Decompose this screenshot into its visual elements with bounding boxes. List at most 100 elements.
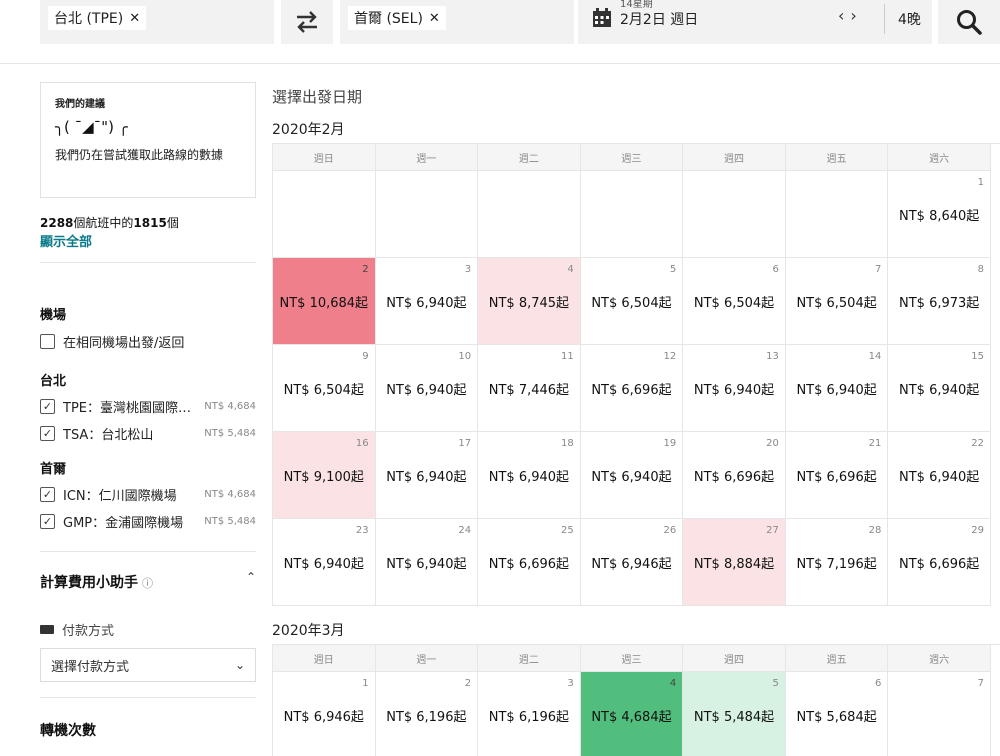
result-count: 2288個航班中的1815個 — [40, 214, 179, 231]
day-number: 3 — [567, 678, 574, 689]
airport-checkbox-gmp[interactable]: GMP：金浦國際機場 NT$ 5,484 — [40, 511, 256, 531]
calendar-day-cell[interactable]: 4 NT$ 4,684起 — [580, 672, 684, 756]
calendar-day-cell[interactable]: 24 NT$ 6,940起 — [375, 519, 479, 606]
origin-chip[interactable]: 台北 (TPE) ✕ — [48, 6, 147, 30]
calendar-day-cell[interactable]: 13 NT$ 6,940起 — [683, 345, 786, 432]
divider — [40, 697, 256, 698]
day-number: 21 — [868, 438, 882, 449]
same-airport-label: 在相同機場出發/返回 — [63, 335, 185, 351]
airport-checkbox-icn[interactable]: ICN：仁川國際機場 NT$ 4,684 — [40, 484, 256, 504]
day-price: NT$ 6,940起 — [386, 383, 467, 398]
day-price: NT$ 6,504起 — [693, 296, 775, 311]
date-field[interactable]: 14星期 2月2日 週日 ‹› 4晚 — [578, 0, 932, 44]
day-number: 28 — [868, 525, 882, 536]
calendar-day-cell[interactable]: 7 NT$ 6,504起 — [785, 258, 889, 345]
same-airport-checkbox[interactable]: 在相同機場出發/返回 — [40, 331, 256, 351]
weekday-header: 週四 — [683, 645, 786, 672]
taipei-section-title: 台北 — [40, 374, 67, 389]
show-all-link[interactable]: 顯示全部 — [40, 231, 92, 250]
weekday-header: 週二 — [478, 144, 581, 171]
calendar-day-cell[interactable]: 10 NT$ 6,940起 — [375, 345, 479, 432]
day-price: NT$ 6,696起 — [591, 383, 672, 398]
calendar-day-cell[interactable]: 16 NT$ 9,100起 — [273, 432, 376, 519]
origin-field[interactable]: 台北 (TPE) ✕ — [40, 0, 274, 44]
count-shown: 1815 — [133, 216, 167, 230]
chevron-down-icon: ⌄ — [234, 658, 245, 672]
remove-origin-icon[interactable]: ✕ — [129, 11, 140, 26]
airport-price: NT$ 5,484 — [204, 427, 256, 439]
chevron-up-icon[interactable]: ⌃ — [246, 570, 256, 584]
calendar-day-cell[interactable]: 23 NT$ 6,940起 — [273, 519, 376, 606]
calendar-area: 選擇出發日期 2020年2月 週日 週一 週二 週三 週四 週五 週六 1 NT$ 8,640起… — [272, 64, 1000, 756]
day-number: 19 — [663, 438, 677, 449]
calendar-day-cell[interactable]: 5 NT$ 5,484起 — [683, 672, 786, 756]
calendar-day-cell[interactable]: 2 NT$ 6,196起 — [375, 672, 479, 756]
airport-label: ICN：仁川國際機場 — [63, 488, 177, 504]
calendar-day-cell[interactable]: 7 — [888, 672, 991, 756]
calendar-day-cell[interactable]: 17 NT$ 6,940起 — [375, 432, 479, 519]
weekday-header: 週日 — [273, 144, 376, 171]
calendar-day-cell[interactable]: 27 NT$ 8,884起 — [683, 519, 786, 606]
calendar-day-cell[interactable]: 6 NT$ 5,684起 — [785, 672, 889, 756]
airport-price: NT$ 5,484 — [204, 515, 256, 527]
calendar-day-cell[interactable]: 5 NT$ 6,504起 — [580, 258, 684, 345]
destination-chip[interactable]: 首爾 (SEL) ✕ — [348, 6, 446, 30]
filter-sidebar: 我們的建議 ╮( ¯◢¯") ╭ 我們仍在嘗試獲取此路線的數據 2288個航班中… — [40, 64, 256, 756]
payment-method-value: 選擇付款方式 — [51, 659, 130, 675]
divider — [884, 4, 885, 34]
checkbox-box[interactable] — [40, 333, 55, 349]
weekday-header: 週五 — [785, 645, 889, 672]
checkbox-box[interactable] — [40, 398, 55, 414]
nights-value[interactable]: 4晚 — [898, 9, 921, 29]
fee-calculator-title[interactable]: 計算費用小助手 ⓘ — [40, 572, 153, 592]
airport-checkbox-tpe[interactable]: TPE：臺灣桃園國際機場 NT$ 4,684 — [40, 396, 256, 416]
airport-price: NT$ 4,684 — [204, 488, 256, 500]
calendar-day-cell[interactable]: 26 NT$ 6,946起 — [580, 519, 684, 606]
calendar-day-cell[interactable]: 1 NT$ 8,640起 — [888, 171, 991, 258]
calendar-day-cell[interactable]: 12 NT$ 6,696起 — [580, 345, 684, 432]
checkbox-box[interactable] — [40, 513, 55, 529]
info-icon[interactable]: ⓘ — [142, 577, 153, 590]
checkbox-box[interactable] — [40, 486, 55, 502]
day-number: 22 — [971, 438, 984, 449]
calendar-day-cell[interactable]: 11 NT$ 7,446起 — [478, 345, 581, 432]
calendar-day-cell[interactable]: 6 NT$ 6,504起 — [683, 258, 786, 345]
calendar-day-cell[interactable]: 3 NT$ 6,196起 — [478, 672, 581, 756]
search-button[interactable] — [938, 0, 1000, 44]
calendar-day-cell[interactable]: 3 NT$ 6,940起 — [375, 258, 479, 345]
payment-method-text: 付款方式 — [62, 624, 115, 639]
calendar-day-cell[interactable]: 22 NT$ 6,940起 — [888, 432, 991, 519]
payment-method-label: 付款方式 — [40, 620, 114, 639]
remove-destination-icon[interactable]: ✕ — [429, 11, 440, 26]
calendar-day-cell[interactable]: 8 NT$ 6,973起 — [888, 258, 991, 345]
calendar-day-cell[interactable]: 28 NT$ 7,196起 — [785, 519, 889, 606]
day-number: 10 — [458, 351, 472, 362]
calendar-heading: 選擇出發日期 — [272, 88, 363, 106]
calendar-day-cell[interactable]: 4 NT$ 8,745起 — [478, 258, 581, 345]
calendar-day-cell[interactable]: 21 NT$ 6,696起 — [785, 432, 889, 519]
calendar-day-cell[interactable]: 15 NT$ 6,940起 — [888, 345, 991, 432]
day-number: 7 — [875, 264, 882, 275]
checkbox-box[interactable] — [40, 425, 55, 441]
calendar-day-cell[interactable]: 9 NT$ 6,504起 — [273, 345, 376, 432]
calendar-day-cell[interactable]: 18 NT$ 6,940起 — [478, 432, 581, 519]
calendar-day-cell[interactable]: 20 NT$ 6,696起 — [683, 432, 786, 519]
swap-button[interactable] — [281, 0, 333, 44]
airports-section-title: 機場 — [40, 308, 67, 323]
payment-method-select[interactable]: 選擇付款方式 ⌄ — [40, 648, 256, 682]
calendar-day-cell[interactable]: 25 NT$ 6,696起 — [478, 519, 581, 606]
destination-field[interactable]: 首爾 (SEL) ✕ — [340, 0, 574, 44]
prev-date-icon[interactable]: ‹ — [838, 6, 850, 25]
next-date-icon[interactable]: › — [850, 6, 862, 25]
date-value: 2月2日 週日 — [620, 12, 699, 28]
calendar-day-cell[interactable]: 29 NT$ 6,696起 — [888, 519, 991, 606]
calendar-day-cell[interactable]: 2 NT$ 10,684起 — [273, 258, 376, 345]
airport-checkbox-tsa[interactable]: TSA：台北松山 NT$ 5,484 — [40, 423, 256, 443]
calendar-day-cell[interactable]: 14 NT$ 6,940起 — [785, 345, 889, 432]
day-price: NT$ 6,940起 — [386, 296, 467, 311]
fee-calculator-label: 計算費用小助手 — [40, 575, 138, 591]
calendar-day-cell[interactable]: 19 NT$ 6,940起 — [580, 432, 684, 519]
weekday-header: 週四 — [683, 144, 786, 171]
calendar-day-cell[interactable]: 1 NT$ 6,946起 — [273, 672, 376, 756]
destination-label: 首爾 (SEL) — [354, 11, 423, 27]
